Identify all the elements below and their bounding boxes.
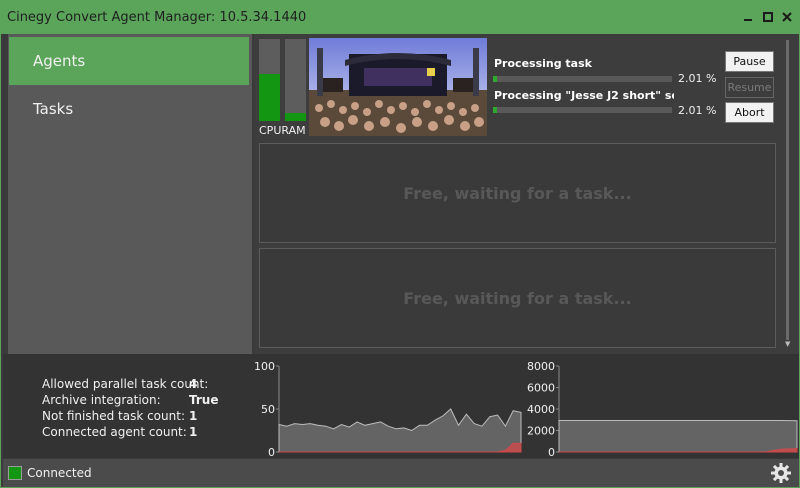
sidebar: Agents Tasks	[8, 34, 252, 354]
sidebar-item-tasks[interactable]: Tasks	[9, 85, 249, 133]
app-window: Cinegy Convert Agent Manager: 10.5.34.14…	[0, 0, 800, 488]
stat-value: True	[189, 393, 219, 407]
maximize-icon[interactable]	[761, 9, 775, 25]
summary-panel: Allowed parallel task count: 4 Archive i…	[3, 354, 799, 458]
stat-row: Allowed parallel task count: 4	[42, 377, 208, 391]
memory-history-chart: 8000 6000 4000 2000 0	[527, 360, 798, 458]
source-progress-bar	[493, 107, 672, 113]
task-progress-bar	[493, 76, 672, 82]
cpu-history-chart: 100 50 0	[254, 360, 522, 458]
chart-tick-label: 4000	[527, 403, 555, 416]
video-thumbnail	[309, 38, 487, 136]
abort-button[interactable]: Abort	[725, 102, 774, 123]
scrollbar-thumb[interactable]	[786, 40, 789, 340]
scroll-down-icon[interactable]: ▼	[785, 340, 790, 348]
chart-tick-label: 2000	[527, 425, 555, 438]
ram-label: RAM	[281, 124, 306, 137]
cpu-meter-fill	[259, 74, 280, 121]
cpu-label: CPU	[259, 124, 282, 137]
resume-button[interactable]: Resume	[725, 77, 774, 98]
stat-value: 1	[189, 409, 198, 423]
sidebar-item-label: Tasks	[33, 100, 74, 118]
chart-tick-label: 0	[268, 446, 275, 458]
chart-series-area	[558, 420, 798, 453]
chart-series-area	[278, 408, 522, 453]
stat-row: Archive integration: True	[42, 393, 218, 407]
task-progress-percent: 2.01 %	[678, 72, 717, 85]
vertical-scrollbar[interactable]	[784, 37, 790, 348]
ram-meter-fill	[285, 112, 306, 121]
window-title: Cinegy Convert Agent Manager: 10.5.34.14…	[7, 10, 307, 25]
sidebar-item-agents[interactable]: Agents	[9, 37, 249, 85]
task-progress-fill	[493, 76, 497, 82]
pause-button[interactable]: Pause	[725, 51, 774, 72]
source-progress-percent: 2.01 %	[678, 104, 717, 117]
chart-tick-label: 100	[254, 360, 275, 373]
status-bar: Connected	[3, 459, 799, 487]
stat-row: Connected agent count: 1	[42, 425, 197, 439]
source-status-label: Processing "Jesse J2 short" sour	[494, 89, 674, 102]
meter-labels: CPURAM	[259, 124, 306, 137]
stat-label: Archive integration:	[42, 393, 161, 407]
agents-panel: CPURAM Processing task 2.01 % Processing…	[254, 34, 799, 354]
cpu-meter	[259, 39, 280, 121]
source-progress-fill	[493, 107, 497, 113]
sidebar-item-label: Agents	[33, 52, 86, 70]
chart-tick-label: 50	[261, 403, 275, 416]
stat-label: Connected agent count:	[42, 425, 187, 439]
stat-label: Allowed parallel task count:	[42, 377, 209, 391]
chart-tick-label: 8000	[527, 360, 555, 373]
free-slot: Free, waiting for a task...	[259, 248, 776, 348]
stat-value: 1	[189, 425, 198, 439]
chart-tick-label: 0	[548, 446, 555, 458]
minimize-icon[interactable]	[741, 9, 755, 25]
free-slot-text: Free, waiting for a task...	[403, 289, 632, 308]
chart-tick-label: 6000	[527, 382, 555, 395]
title-bar[interactable]: Cinegy Convert Agent Manager: 10.5.34.14…	[1, 1, 799, 34]
free-slot-text: Free, waiting for a task...	[403, 184, 632, 203]
task-status-label: Processing task	[494, 57, 592, 70]
ram-meter	[285, 39, 306, 121]
stat-value: 4	[189, 377, 198, 391]
stat-row: Not finished task count: 1	[42, 409, 197, 423]
close-icon[interactable]	[780, 9, 794, 25]
connection-status-text: Connected	[27, 466, 92, 480]
gear-icon[interactable]	[769, 461, 793, 485]
free-slot: Free, waiting for a task...	[259, 143, 776, 243]
connection-status-indicator	[8, 466, 22, 480]
concert-preview-image	[309, 38, 487, 136]
stat-label: Not finished task count:	[42, 409, 185, 423]
